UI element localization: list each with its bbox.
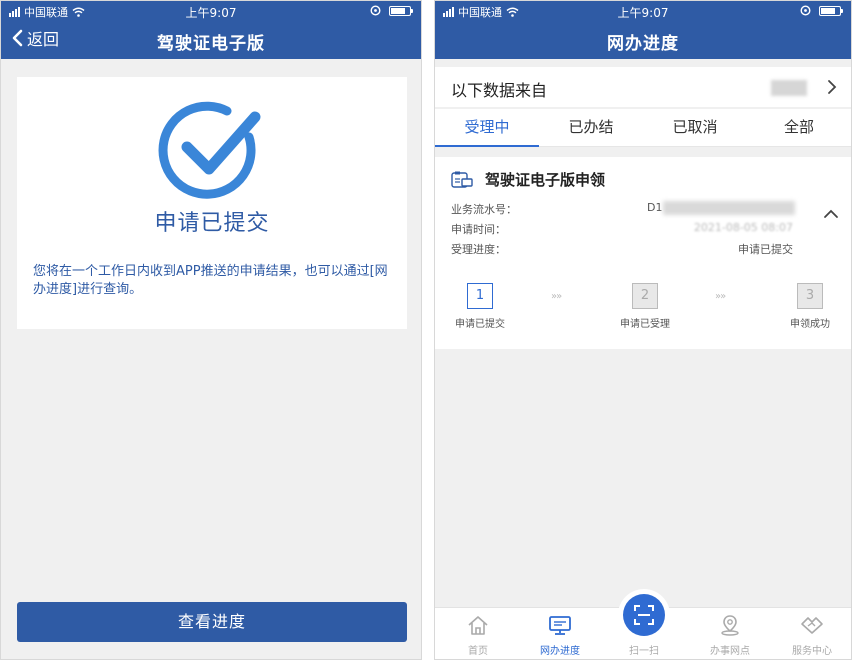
bottom-tab-bar: 首页 网办进度 扫一扫 办事网点 服务中心	[435, 594, 851, 659]
tabbar-scan-label: 扫一扫	[629, 646, 659, 657]
license-card-icon	[451, 171, 473, 188]
page-title: 网办进度	[607, 34, 679, 54]
status-time: 上午9:07	[185, 6, 237, 20]
tabbar-home[interactable]: 首页	[443, 614, 513, 657]
scan-icon	[634, 605, 654, 625]
step-arrow-icon: »»	[715, 291, 726, 302]
tabbar-outlets-label: 办事网点	[710, 646, 750, 657]
right-phone-screen: 中国联通 上午9:07 网办进度 以下数据来自 受理中 已办结 已取消 全部 驾…	[434, 0, 852, 660]
step-label: 申请已提交	[455, 319, 505, 330]
tab-completed[interactable]: 已办结	[539, 109, 643, 146]
step-arrow-icon: »»	[551, 291, 562, 302]
progress-value: 申请已提交	[738, 243, 793, 256]
check-circle-icon	[157, 97, 267, 207]
view-progress-button[interactable]: 查看进度	[17, 602, 407, 642]
result-description: 您将在一个工作日内收到APP推送的申请结果，也可以通过[网办进度]进行查询。	[33, 264, 388, 297]
tab-cancelled[interactable]: 已取消	[643, 109, 747, 146]
progress-label: 受理进度：	[451, 243, 506, 256]
tabbar-outlets[interactable]: 办事网点	[695, 614, 765, 657]
monitor-icon	[549, 616, 571, 635]
alarm-icon	[800, 5, 811, 16]
nav-bar: 返回 驾驶证电子版	[1, 21, 421, 59]
status-bar: 中国联通 上午9:07	[435, 1, 851, 21]
tabbar-service[interactable]: 服务中心	[777, 614, 847, 657]
step-number: 3	[797, 283, 823, 309]
location-pin-icon	[721, 615, 739, 636]
left-phone-screen: 中国联通 上午9:07 返回 驾驶证电子版 申请已提交 您将在一个工作日内收到A…	[0, 0, 422, 660]
status-right	[800, 5, 843, 16]
tabbar-service-label: 服务中心	[792, 646, 832, 657]
chevron-right-icon	[828, 80, 837, 94]
handshake-icon	[801, 617, 823, 634]
scan-button[interactable]	[623, 594, 665, 636]
tabbar-home-label: 首页	[468, 646, 488, 657]
tab-all[interactable]: 全部	[747, 109, 851, 146]
step-number: 1	[467, 283, 493, 309]
business-card[interactable]: 驾驶证电子版申领 业务流水号： D1 申请时间： 2021-08-05 08:0…	[435, 157, 851, 349]
top-bar: 中国联通 上午9:07 网办进度	[435, 1, 851, 59]
serial-number-value: D1	[647, 201, 663, 214]
tabbar-progress-label: 网办进度	[540, 646, 580, 657]
status-time: 上午9:07	[617, 6, 669, 20]
step-label: 申请已受理	[620, 319, 670, 330]
serial-number-label: 业务流水号：	[451, 203, 517, 216]
serial-number-blurred	[663, 201, 795, 215]
result-card: 申请已提交 您将在一个工作日内收到APP推送的申请结果，也可以通过[网办进度]进…	[17, 77, 407, 329]
status-tabs: 受理中 已办结 已取消 全部	[435, 109, 851, 147]
result-title: 申请已提交	[154, 211, 270, 236]
apply-time-label: 申请时间：	[451, 223, 506, 236]
business-card-header: 驾驶证电子版申领	[451, 169, 605, 190]
data-source-value-blurred	[771, 80, 807, 96]
battery-icon	[389, 5, 413, 16]
alarm-icon	[370, 5, 381, 16]
business-title: 驾驶证电子版申领	[485, 171, 606, 189]
battery-icon	[819, 5, 843, 16]
step-2: 2 申请已受理	[610, 283, 680, 330]
chevron-up-icon[interactable]	[823, 209, 839, 219]
step-label: 申领成功	[790, 319, 830, 330]
step-3: 3 申领成功	[775, 283, 845, 330]
tabbar-progress[interactable]: 网办进度	[525, 614, 595, 657]
tab-in-progress[interactable]: 受理中	[435, 109, 539, 147]
home-icon	[468, 616, 488, 635]
top-bar: 中国联通 上午9:07 返回 驾驶证电子版	[1, 1, 421, 59]
progress-steps: 1 申请已提交 »» 2 申请已受理 »» 3 申领成功	[435, 283, 851, 339]
apply-time-value: 2021-08-05 08:07	[693, 221, 793, 234]
data-source-label: 以下数据来自	[451, 81, 548, 100]
nav-bar: 网办进度	[435, 21, 851, 59]
data-source-row[interactable]: 以下数据来自	[435, 67, 851, 107]
step-number: 2	[632, 283, 658, 309]
status-bar: 中国联通 上午9:07	[1, 1, 421, 21]
page-title: 驾驶证电子版	[157, 34, 265, 54]
step-1: 1 申请已提交	[445, 283, 515, 330]
status-right	[370, 5, 413, 16]
